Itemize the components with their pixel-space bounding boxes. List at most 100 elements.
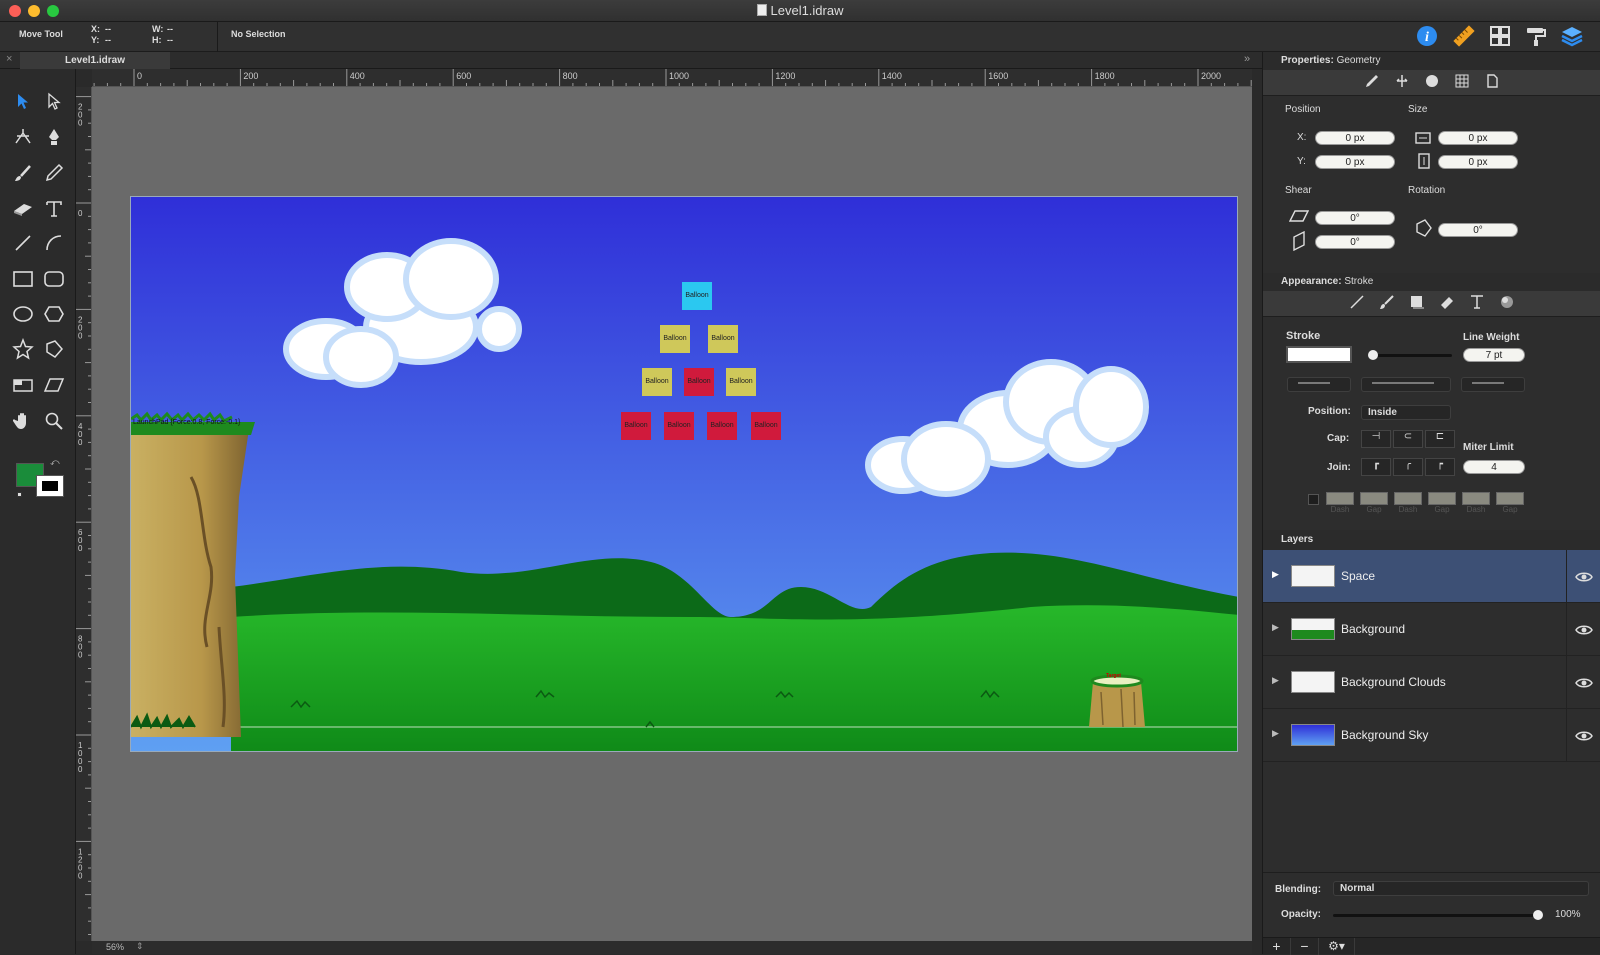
rotate-tool-icon[interactable]: [40, 335, 68, 363]
rotation-field[interactable]: 0°: [1438, 223, 1518, 237]
stroke-color-well[interactable]: [36, 475, 64, 497]
eraser-icon[interactable]: [1439, 294, 1455, 313]
balloon-red-3[interactable]: Balloon: [664, 412, 694, 440]
arc-tool-icon[interactable]: [40, 229, 68, 257]
line-style-select[interactable]: [1361, 377, 1451, 392]
bevel-join-button[interactable]: ┍: [1425, 458, 1455, 476]
dash-field-1[interactable]: Dash: [1326, 492, 1354, 514]
y-field[interactable]: 0 px: [1315, 155, 1395, 169]
stroke-color-swatch[interactable]: [1286, 346, 1352, 363]
default-colors-icon[interactable]: [17, 492, 22, 497]
path-edit-icon[interactable]: [9, 123, 37, 151]
gap-field-1[interactable]: Gap: [1360, 492, 1388, 514]
add-layer-button[interactable]: +: [1263, 938, 1291, 955]
grid-icon[interactable]: [1454, 73, 1470, 92]
brush-icon[interactable]: [1379, 294, 1395, 313]
info-icon[interactable]: i: [1413, 22, 1441, 50]
text-icon[interactable]: [1469, 294, 1485, 313]
star-tool-icon[interactable]: [9, 335, 37, 363]
balloon-yellow-1[interactable]: Balloon: [660, 325, 690, 353]
dash-field-2[interactable]: Dash: [1394, 492, 1422, 514]
tab-level1[interactable]: Level1.idraw: [20, 52, 170, 69]
panel-collapse-icon[interactable]: »: [1244, 53, 1250, 65]
shadow-icon[interactable]: [1409, 294, 1425, 313]
disclosure-triangle-icon[interactable]: ▶: [1272, 728, 1279, 739]
disclosure-triangle-icon[interactable]: ▶: [1272, 622, 1279, 633]
shear-horizontal-field[interactable]: 0°: [1315, 211, 1395, 225]
dash-field-3[interactable]: Dash: [1462, 492, 1490, 514]
fill-icon[interactable]: [1424, 73, 1440, 92]
gap-field-3[interactable]: Gap: [1496, 492, 1524, 514]
miter-join-button[interactable]: ┏: [1361, 458, 1391, 476]
layer-row-background[interactable]: ▶ Background: [1263, 603, 1600, 656]
gradient-icon[interactable]: [1499, 294, 1515, 313]
close-tab-icon[interactable]: ×: [6, 53, 12, 65]
balloon-red-5[interactable]: Balloon: [751, 412, 781, 440]
remove-layer-button[interactable]: −: [1291, 938, 1319, 955]
dash-checkbox[interactable]: [1308, 494, 1319, 505]
eye-icon[interactable]: [1566, 550, 1600, 603]
round-join-button[interactable]: ╭: [1393, 458, 1423, 476]
end-arrow-select[interactable]: [1461, 377, 1525, 392]
brush-tool-icon[interactable]: [9, 159, 37, 187]
blending-select[interactable]: Normal: [1333, 881, 1589, 896]
level-scene[interactable]: LaunchPad {Force:0.8, Force:-0.1} Target…: [130, 196, 1238, 752]
width-field[interactable]: 0 px: [1438, 131, 1518, 145]
layer-row-space[interactable]: ▶ Space: [1263, 550, 1600, 603]
balloon-yellow-3[interactable]: Balloon: [642, 368, 672, 396]
balloon-cyan[interactable]: Balloon: [682, 282, 712, 310]
eye-icon[interactable]: [1566, 656, 1600, 709]
balloon-red-1[interactable]: Balloon: [684, 368, 714, 396]
ruler-icon[interactable]: [1450, 22, 1478, 50]
gear-icon[interactable]: ⚙▾: [1319, 938, 1355, 955]
stroke-position-select[interactable]: Inside: [1361, 405, 1451, 420]
text-tool-icon[interactable]: [40, 195, 68, 223]
anchor-icon[interactable]: [1394, 73, 1410, 92]
vertical-scrollbar[interactable]: [1252, 87, 1262, 941]
pen-icon[interactable]: [1364, 73, 1380, 92]
balloon-yellow-2[interactable]: Balloon: [708, 325, 738, 353]
pencil-tool-icon[interactable]: [40, 159, 68, 187]
page-icon[interactable]: [1484, 73, 1500, 92]
direct-selection-icon[interactable]: [40, 87, 68, 115]
round-cap-button[interactable]: ⊂: [1393, 430, 1423, 448]
line-icon[interactable]: [1349, 294, 1365, 313]
miter-limit-field[interactable]: 4: [1463, 460, 1525, 474]
crop-tool-icon[interactable]: [9, 371, 37, 399]
line-weight-slider[interactable]: [1368, 350, 1452, 360]
grid-icon[interactable]: [1486, 22, 1514, 50]
disclosure-triangle-icon[interactable]: ▶: [1272, 675, 1279, 686]
disclosure-triangle-icon[interactable]: ▶: [1272, 569, 1279, 580]
opacity-slider[interactable]: [1333, 910, 1543, 920]
balloon-yellow-4[interactable]: Balloon: [726, 368, 756, 396]
pen-tool-icon[interactable]: [40, 123, 68, 151]
gap-field-2[interactable]: Gap: [1428, 492, 1456, 514]
zoom-stepper-icon[interactable]: ⇕: [136, 941, 144, 952]
eye-icon[interactable]: [1566, 709, 1600, 762]
layer-row-background-sky[interactable]: ▶ Background Sky: [1263, 709, 1600, 762]
square-cap-button[interactable]: ⊏: [1425, 430, 1455, 448]
rectangle-tool-icon[interactable]: [9, 265, 37, 293]
selection-arrow-icon[interactable]: [9, 87, 37, 115]
paint-roller-icon[interactable]: [1522, 22, 1550, 50]
shear-vertical-field[interactable]: 0°: [1315, 235, 1395, 249]
line-tool-icon[interactable]: [9, 229, 37, 257]
ellipse-tool-icon[interactable]: [9, 300, 37, 328]
line-weight-field[interactable]: 7 pt: [1463, 348, 1525, 362]
polygon-tool-icon[interactable]: [40, 300, 68, 328]
start-arrow-select[interactable]: [1287, 377, 1351, 392]
height-field[interactable]: 0 px: [1438, 155, 1518, 169]
shear-tool-icon[interactable]: [40, 371, 68, 399]
layers-icon[interactable]: [1558, 22, 1586, 50]
zoom-tool-icon[interactable]: [40, 407, 68, 435]
balloon-red-2[interactable]: Balloon: [621, 412, 651, 440]
x-field[interactable]: 0 px: [1315, 131, 1395, 145]
rounded-rectangle-tool-icon[interactable]: [40, 265, 68, 293]
zoom-level[interactable]: 56%: [106, 942, 124, 952]
balloon-red-4[interactable]: Balloon: [707, 412, 737, 440]
eye-icon[interactable]: [1566, 603, 1600, 656]
hand-tool-icon[interactable]: [9, 407, 37, 435]
swap-colors-icon[interactable]: ⤺: [50, 457, 60, 468]
butt-cap-button[interactable]: ⊣: [1361, 430, 1391, 448]
eraser-tool-icon[interactable]: [9, 195, 37, 223]
